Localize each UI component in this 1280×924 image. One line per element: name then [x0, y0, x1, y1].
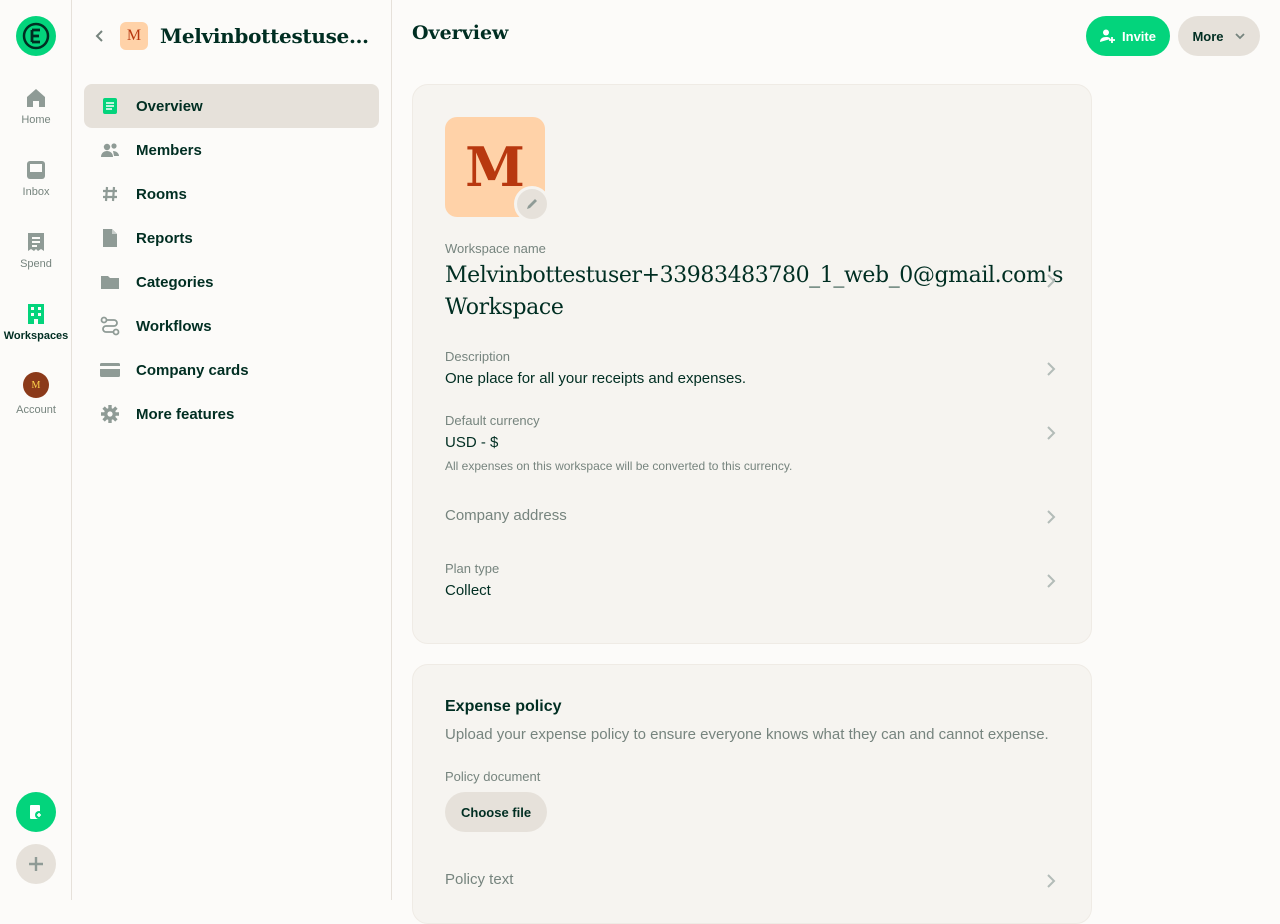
chevron-left-icon — [95, 30, 103, 42]
company-address-row[interactable]: Company address — [445, 507, 1061, 524]
workspace-header: M Melvinbottestuser+3... — [72, 16, 392, 56]
policy-document-row: Policy document Choose file — [445, 769, 1061, 832]
chevron-down-icon — [1234, 33, 1245, 40]
rail-inbox[interactable]: Inbox — [0, 158, 72, 198]
workspace-menu: Overview Members Rooms Reports Categorie… — [84, 84, 379, 436]
receipt-icon — [28, 233, 44, 251]
credit-card-icon — [100, 360, 120, 380]
page-title: Overview — [412, 22, 509, 44]
plan-type-value: Collect — [445, 582, 491, 599]
workspace-avatar: M — [120, 22, 148, 50]
currency-hint: All expenses on this workspace will be c… — [445, 459, 793, 473]
chevron-right-icon — [1047, 874, 1056, 888]
chevron-right-icon — [1047, 362, 1056, 376]
expense-policy-header: Expense policy Upload your expense polic… — [445, 698, 1061, 743]
sidebar-item-members[interactable]: Members — [84, 128, 379, 172]
sidebar-item-workflows[interactable]: Workflows — [84, 304, 379, 348]
folder-icon — [100, 272, 120, 292]
logo-icon — [22, 22, 50, 50]
building-icon — [28, 304, 44, 324]
chevron-right-icon — [1047, 574, 1056, 588]
sidebar-item-more-features[interactable]: More features — [84, 392, 379, 436]
edit-avatar-button[interactable] — [514, 186, 550, 222]
currency-row[interactable]: Default currency USD - $ All expenses on… — [445, 413, 1061, 473]
workspace-name-value: Melvinbottestuser+33983483780_1_web_0@gm… — [445, 263, 1063, 320]
sidebar-item-rooms[interactable]: Rooms — [84, 172, 379, 216]
policy-text-label: Policy text — [445, 871, 514, 888]
sidebar-item-categories[interactable]: Categories — [84, 260, 379, 304]
overview-card: M Workspace name Melvinbottestuser+33983… — [412, 84, 1092, 644]
chevron-right-icon — [1047, 510, 1056, 524]
hashtag-icon — [100, 184, 120, 204]
expense-policy-description: Upload your expense policy to ensure eve… — [445, 726, 1049, 743]
rail-workspaces-label: Workspaces — [3, 330, 69, 342]
expensify-logo[interactable] — [16, 16, 56, 56]
pencil-icon — [527, 199, 537, 209]
sidebar-item-label: More features — [136, 405, 235, 423]
rail-account-label: Account — [16, 404, 56, 416]
add-user-icon — [1100, 29, 1116, 43]
sidebar-item-overview[interactable]: Overview — [84, 84, 379, 128]
home-icon — [27, 89, 45, 107]
rail-account[interactable]: M Account — [0, 372, 72, 416]
invite-button-label: Invite — [1122, 28, 1156, 44]
gear-icon — [100, 404, 120, 424]
receipt-plus-icon — [30, 805, 43, 819]
sidebar-item-label: Rooms — [136, 185, 187, 203]
sidebar-item-label: Reports — [136, 229, 193, 247]
rail-spend-label: Spend — [20, 258, 52, 270]
global-nav-rail: Home Inbox Spend Workspaces M Account — [0, 0, 72, 900]
rail-spend[interactable]: Spend — [0, 230, 72, 270]
rail-workspaces[interactable]: Workspaces — [0, 302, 72, 342]
sidebar-item-label: Categories — [136, 273, 214, 291]
file-icon — [100, 228, 120, 248]
choose-file-button[interactable]: Choose file — [445, 792, 548, 832]
expense-policy-card: Expense policy Upload your expense polic… — [412, 664, 1092, 924]
back-button[interactable] — [88, 24, 112, 48]
currency-label: Default currency — [445, 413, 540, 428]
rail-inbox-label: Inbox — [22, 186, 50, 198]
plus-icon — [29, 857, 43, 871]
plan-type-row[interactable]: Plan type Collect — [445, 561, 1061, 599]
chevron-right-icon — [1047, 426, 1056, 440]
sidebar-item-label: Workflows — [136, 317, 212, 335]
sidebar-item-company-cards[interactable]: Company cards — [84, 348, 379, 392]
description-label: Description — [445, 349, 511, 364]
policy-document-label: Policy document — [445, 769, 541, 784]
workspace-name-label: Workspace name — [445, 241, 546, 256]
account-avatar: M — [23, 372, 49, 398]
workspace-name-row[interactable]: Workspace name Melvinbottestuser+3398348… — [445, 241, 1063, 324]
workspace-title: Melvinbottestuser+3... — [160, 24, 370, 48]
sidebar-item-label: Overview — [136, 97, 203, 115]
more-button[interactable]: More — [1178, 16, 1260, 56]
company-address-label: Company address — [445, 507, 567, 524]
document-icon — [100, 96, 120, 116]
policy-text-row[interactable]: Policy text — [445, 871, 1061, 888]
workspace-sidebar: M Melvinbottestuser+3... Overview Member… — [72, 0, 392, 900]
sidebar-item-label: Company cards — [136, 361, 249, 379]
create-button[interactable] — [16, 844, 56, 884]
workflow-icon — [100, 316, 120, 336]
sidebar-item-label: Members — [136, 141, 202, 159]
plan-type-label: Plan type — [445, 561, 500, 576]
rail-home-label: Home — [21, 114, 51, 126]
chevron-right-icon — [1047, 274, 1056, 288]
more-button-label: More — [1192, 28, 1224, 44]
invite-button[interactable]: Invite — [1086, 16, 1170, 56]
description-value: One place for all your receipts and expe… — [445, 370, 747, 387]
rail-home[interactable]: Home — [0, 86, 72, 126]
page-header: Overview Invite More — [392, 0, 1280, 72]
users-icon — [100, 140, 120, 160]
sidebar-item-reports[interactable]: Reports — [84, 216, 379, 260]
new-expense-button[interactable] — [16, 792, 56, 832]
inbox-icon — [27, 161, 45, 179]
currency-value: USD - $ — [445, 434, 499, 451]
expense-policy-title: Expense policy — [445, 698, 562, 715]
description-row[interactable]: Description One place for all your recei… — [445, 349, 1061, 387]
